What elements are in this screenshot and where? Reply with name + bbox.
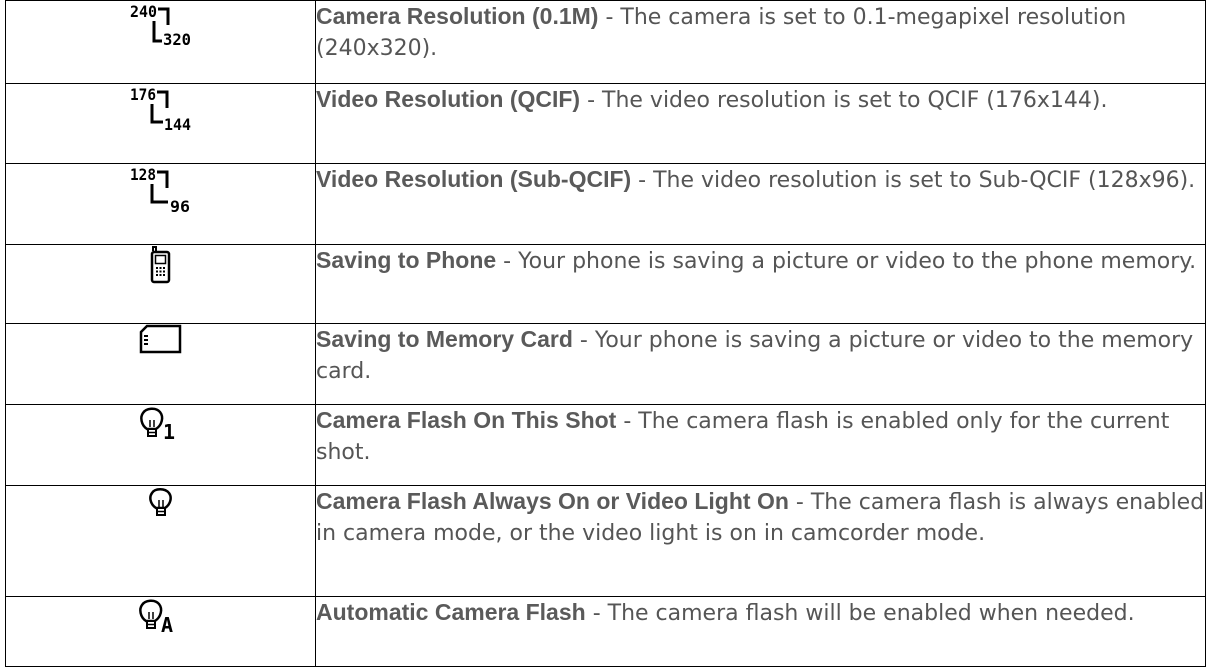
description: Your phone is saving a picture or video … (518, 249, 1197, 274)
camera-resolution-240x320-icon: 240 320 (130, 1, 192, 53)
table-row: Camera Flash Always On or Video Light On… (5, 485, 1206, 597)
term: Saving to Memory Card (316, 326, 573, 352)
icon-label-bottom: 96 (170, 197, 190, 216)
table-row: 176 144 Video Resolution (QCIF) - The vi… (5, 83, 1206, 164)
separator: - (788, 490, 811, 515)
icon-label-top: 128 (130, 165, 156, 184)
phone-icon (149, 245, 173, 285)
separator: - (598, 5, 621, 30)
camera-icons-table: 240 320 Camera Resolution (0.1M) - The c… (5, 0, 1206, 667)
table-row: Saving to Memory Card - Your phone is sa… (5, 323, 1206, 405)
description-cell: Video Resolution (QCIF) - The video reso… (315, 83, 1206, 164)
description: The video resolution is set to Sub-QCIF … (653, 168, 1196, 193)
separator: - (631, 168, 654, 193)
icon-cell (5, 244, 316, 324)
term: Camera Flash On This Shot (316, 407, 617, 433)
separator: - (616, 409, 639, 434)
description: The video resolution is set to QCIF (176… (602, 88, 1108, 113)
separator: - (496, 249, 519, 274)
table-row: Saving to Phone - Your phone is saving a… (5, 244, 1206, 324)
term: Camera Resolution (0.1M) (316, 3, 599, 29)
icon-cell: 1 (5, 404, 316, 486)
separator: - (585, 601, 608, 626)
table-row: 128 96 Video Resolution (Sub-QCIF) - The… (5, 163, 1206, 245)
icon-label-top: 240 (130, 2, 157, 21)
separator: - (580, 88, 603, 113)
table-row: A Automatic Camera Flash - The camera fl… (5, 596, 1206, 667)
icon-cell (5, 485, 316, 597)
icon-cell (5, 323, 316, 405)
video-resolution-128x96-icon: 128 96 (130, 164, 192, 216)
table-row: 1 Camera Flash On This Shot - The camera… (5, 404, 1206, 486)
memory-card-icon (139, 324, 183, 354)
flash-auto-icon: A (138, 597, 184, 635)
term: Video Resolution (Sub-QCIF) (316, 166, 632, 192)
description-cell: Camera Flash On This Shot - The camera f… (315, 404, 1206, 486)
icon-cell: 128 96 (5, 163, 316, 245)
term: Video Resolution (QCIF) (316, 86, 581, 112)
flash-one-shot-icon: 1 (139, 405, 183, 443)
icon-label: 1 (163, 420, 175, 443)
term: Saving to Phone (316, 247, 497, 273)
description-cell: Saving to Phone - Your phone is saving a… (315, 244, 1206, 324)
icon-label-top: 176 (130, 85, 156, 104)
video-resolution-176x144-icon: 176 144 (130, 84, 192, 136)
flash-always-on-icon (147, 486, 175, 522)
term: Camera Flash Always On or Video Light On (316, 488, 789, 514)
description-cell: Camera Flash Always On or Video Light On… (315, 485, 1206, 597)
icon-cell: 176 144 (5, 83, 316, 164)
term: Automatic Camera Flash (316, 599, 586, 625)
separator: - (572, 328, 595, 353)
icon-cell: A (5, 596, 316, 667)
description-cell: Automatic Camera Flash - The camera flas… (315, 596, 1206, 667)
icon-label: A (161, 613, 173, 635)
description-cell: Saving to Memory Card - Your phone is sa… (315, 323, 1206, 405)
description: The camera flash will be enabled when ne… (607, 601, 1135, 626)
description-cell: Camera Resolution (0.1M) - The camera is… (315, 0, 1206, 84)
description-cell: Video Resolution (Sub-QCIF) - The video … (315, 163, 1206, 245)
icon-label-bottom: 144 (164, 115, 191, 134)
icon-label-bottom: 320 (163, 30, 191, 49)
icon-cell: 240 320 (5, 0, 316, 84)
table-row: 240 320 Camera Resolution (0.1M) - The c… (5, 0, 1206, 84)
